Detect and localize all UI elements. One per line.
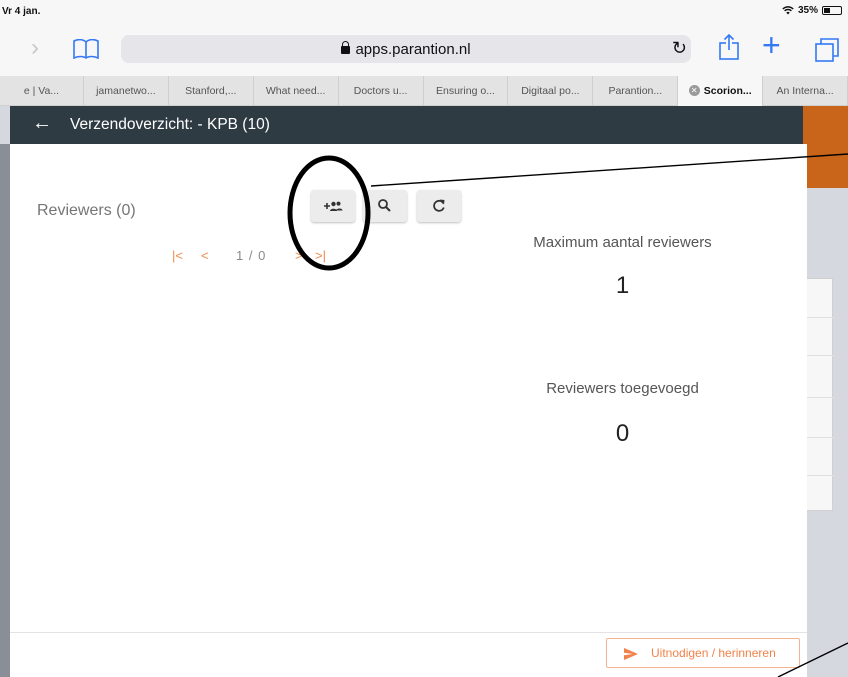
bookmarks-icon[interactable]: [73, 39, 99, 59]
refresh-button[interactable]: [417, 190, 461, 222]
modal-title: Verzendoverzicht: - KPB (10): [70, 116, 270, 133]
screen: Vr 4 jan. 35% › apps.parantion.nl ↻ + e …: [0, 0, 848, 677]
status-indicators: 35%: [782, 5, 842, 16]
browser-tab[interactable]: Ensuring o...: [424, 76, 509, 106]
status-time: Vr 4 jan.: [2, 6, 41, 17]
add-reviewer-icon: [324, 201, 343, 211]
pager-count: 1 / 0: [236, 248, 267, 263]
refresh-icon: [433, 199, 445, 212]
pager-first-button[interactable]: |<: [172, 248, 183, 263]
search-button[interactable]: [363, 190, 407, 222]
tab-label: Stanford,...: [185, 85, 237, 97]
status-bar: Vr 4 jan. 35%: [0, 0, 848, 24]
tab-label: jamanetwo...: [96, 85, 156, 97]
wifi-icon: [782, 6, 794, 15]
browser-tab[interactable]: e | Va...: [0, 76, 84, 106]
tab-label: Parantion...: [608, 85, 663, 97]
search-icon: [378, 199, 391, 212]
back-arrow-icon[interactable]: ←: [32, 113, 52, 133]
background-orange-banner: [803, 106, 848, 188]
browser-tab[interactable]: Doctors u...: [339, 76, 424, 106]
invite-remind-label: Uitnodigen / herinneren: [651, 646, 776, 660]
tab-label: An Interna...: [776, 85, 834, 97]
pager-last-button[interactable]: >|: [315, 248, 326, 263]
send-icon: [624, 648, 638, 660]
max-reviewers-value: 1: [615, 272, 630, 299]
modal-header: ← Verzendoverzicht: - KPB (10): [10, 106, 803, 144]
tab-label: Scorion...: [703, 85, 752, 97]
address-bar[interactable]: apps.parantion.nl ↻: [121, 35, 691, 63]
modal-footer-divider: [10, 632, 807, 633]
pager-next-button[interactable]: >: [295, 248, 303, 263]
share-icon[interactable]: [719, 34, 739, 60]
url-text: apps.parantion.nl: [355, 41, 471, 58]
battery-percentage: 35%: [797, 5, 818, 16]
browser-tab[interactable]: An Interna...: [763, 76, 848, 106]
browser-tab[interactable]: jamanetwo...: [84, 76, 169, 106]
add-reviewer-button[interactable]: [311, 190, 355, 222]
background-left-edge: [0, 144, 10, 677]
invite-remind-button[interactable]: Uitnodigen / herinneren: [606, 638, 800, 668]
browser-tab-strip: e | Va... jamanetwo... Stanford,... What…: [0, 76, 848, 106]
modal-body: Reviewers (0) |< < 1 / 0 > >| Maximum aa…: [10, 144, 807, 677]
tab-label: Digitaal po...: [521, 85, 580, 97]
reviewers-heading: Reviewers (0): [37, 202, 136, 219]
tab-label: Ensuring o...: [436, 85, 495, 97]
lock-icon: [341, 41, 351, 54]
reviewers-added-value: 0: [615, 420, 630, 447]
battery-icon: [822, 6, 842, 15]
max-reviewers-label: Maximum aantal reviewers: [533, 234, 712, 251]
plus-icon[interactable]: +: [762, 29, 781, 61]
browser-tab[interactable]: What need...: [254, 76, 339, 106]
reload-icon[interactable]: ↻: [672, 38, 687, 59]
address-text-wrap: apps.parantion.nl: [121, 41, 691, 58]
tab-label: e | Va...: [23, 85, 60, 97]
chevron-right-icon[interactable]: ›: [31, 36, 39, 60]
browser-tab[interactable]: Digitaal po...: [508, 76, 594, 106]
close-tab-icon[interactable]: ✕: [688, 84, 700, 96]
tab-label: What need...: [265, 85, 326, 97]
reviewers-added-label: Reviewers toegevoegd: [546, 380, 699, 397]
browser-toolbar: › apps.parantion.nl ↻ +: [0, 24, 848, 76]
pager-previous-button[interactable]: <: [201, 248, 209, 263]
browser-tab-active[interactable]: ✕ Scorion...: [678, 76, 764, 106]
browser-tab[interactable]: Stanford,...: [169, 76, 254, 106]
background-card: [803, 278, 834, 511]
tabs-icon[interactable]: [815, 38, 839, 62]
tab-label: Doctors u...: [353, 85, 408, 97]
browser-tab[interactable]: Parantion...: [593, 76, 679, 106]
